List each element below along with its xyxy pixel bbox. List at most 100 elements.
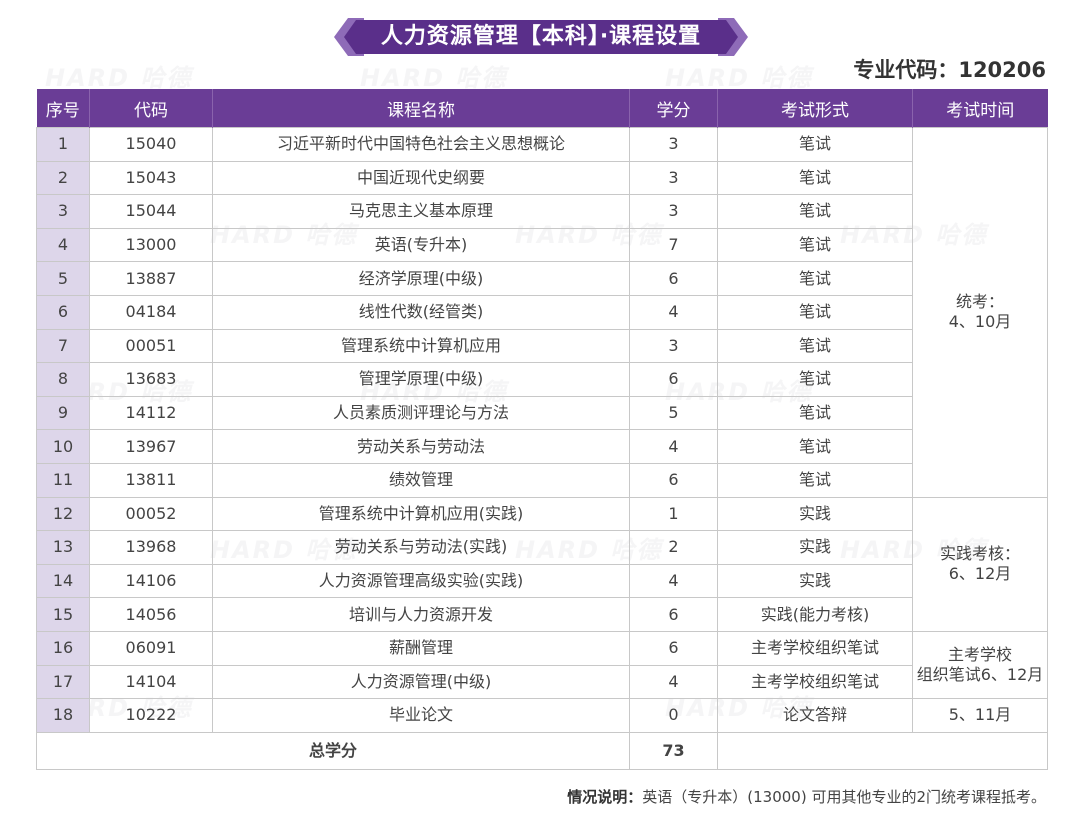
course-credit: 4 — [629, 563, 718, 599]
course-name: 线性代数(经管类) — [212, 294, 630, 330]
column-header-code: 代码 — [89, 89, 213, 128]
course-credit: 3 — [629, 127, 718, 162]
course-code: 14104 — [89, 664, 213, 700]
course-credit: 4 — [629, 664, 718, 700]
table-row: 11 13811 绩效管理 6 笔试 — [36, 462, 1048, 498]
row-index: 4 — [36, 227, 90, 263]
exam-form: 实践(能力考核) — [717, 597, 913, 632]
exam-form: 主考学校组织笔试 — [717, 664, 913, 700]
course-credit: 7 — [629, 227, 718, 263]
table-row: 7 00051 管理系统中计算机应用 3 笔试 — [36, 328, 1048, 364]
table-row: 1 15040 习近平新时代中国特色社会主义思想概论 3 笔试 统考： 4、10… — [36, 127, 1048, 498]
table-header-row: 序号 代码 课程名称 学分 考试形式 考试时间 — [36, 89, 1048, 128]
table-row: 14 14106 人力资源管理高级实验(实践) 4 实践 — [36, 563, 1048, 599]
course-credit: 6 — [629, 630, 718, 666]
course-name: 人员素质测评理论与方法 — [212, 395, 630, 431]
course-name: 劳动关系与劳动法(实践) — [212, 530, 630, 565]
total-row: 总学分 73 — [36, 731, 1048, 770]
exam-time-line: 实践考核： — [939, 544, 1020, 564]
major-code: 专业代码：120206 — [853, 54, 1046, 84]
course-credit: 2 — [629, 530, 718, 565]
row-index: 3 — [36, 194, 90, 229]
footnote: 情况说明：英语（专升本）(13000) 可用其他专业的2门统考课程抵考。 — [567, 786, 1046, 807]
course-code: 14106 — [89, 563, 213, 599]
table-row: 3 15044 马克思主义基本原理 3 笔试 — [36, 194, 1048, 229]
row-index: 17 — [36, 664, 90, 700]
table-row: 8 13683 管理学原理(中级) 6 笔试 — [36, 362, 1048, 397]
column-header-index: 序号 — [36, 89, 90, 128]
course-name: 人力资源管理高级实验(实践) — [212, 563, 630, 599]
course-code: 15040 — [89, 127, 213, 162]
table-row: 2 15043 中国近现代史纲要 3 笔试 — [36, 160, 1048, 196]
course-code: 00051 — [89, 328, 213, 364]
course-name: 经济学原理(中级) — [212, 261, 630, 296]
course-code: 06091 — [89, 630, 213, 666]
course-name: 薪酬管理 — [212, 630, 630, 666]
exam-form: 笔试 — [717, 328, 913, 364]
page-title: 人力资源管理【本科】·课程设置 — [380, 24, 702, 49]
exam-form: 笔试 — [717, 362, 913, 397]
course-code: 10222 — [89, 698, 213, 733]
total-blank — [717, 731, 1048, 770]
course-name: 管理系统中计算机应用 — [212, 328, 630, 364]
footnote-text: 英语（专升本）(13000) 可用其他专业的2门统考课程抵考。 — [642, 788, 1046, 806]
course-credit: 1 — [629, 496, 718, 532]
course-table: 序号 代码 课程名称 学分 考试形式 考试时间 1 15040 习近平新时代中国… — [36, 89, 1048, 770]
exam-form: 实践 — [717, 530, 913, 565]
exam-form: 笔试 — [717, 294, 913, 330]
row-index: 5 — [36, 261, 90, 296]
table-row: 5 13887 经济学原理(中级) 6 笔试 — [36, 261, 1048, 296]
major-code-value: 120206 — [958, 58, 1046, 82]
course-credit: 3 — [629, 194, 718, 229]
course-code: 14112 — [89, 395, 213, 431]
course-code: 13000 — [89, 227, 213, 263]
table-row: 15 14056 培训与人力资源开发 6 实践(能力考核) — [36, 597, 1048, 632]
row-index: 13 — [36, 530, 90, 565]
row-index: 9 — [36, 395, 90, 431]
major-code-label: 专业代码： — [853, 58, 959, 82]
course-code: 13968 — [89, 530, 213, 565]
course-code: 13683 — [89, 362, 213, 397]
course-name: 毕业论文 — [212, 698, 630, 733]
exam-form: 笔试 — [717, 462, 913, 498]
course-name: 劳动关系与劳动法 — [212, 429, 630, 464]
course-code: 00052 — [89, 496, 213, 532]
table-row: 16 06091 薪酬管理 6 主考学校组织笔试 主考学校 组织笔试6、12月 — [36, 630, 1048, 700]
course-credit: 6 — [629, 462, 718, 498]
course-name: 人力资源管理(中级) — [212, 664, 630, 700]
course-credit: 5 — [629, 395, 718, 431]
exam-time-line: 组织笔试6、12月 — [916, 665, 1044, 684]
row-index: 1 — [36, 127, 90, 162]
course-credit: 6 — [629, 597, 718, 632]
course-code: 13887 — [89, 261, 213, 296]
table-row: 6 04184 线性代数(经管类) 4 笔试 — [36, 294, 1048, 330]
course-name: 习近平新时代中国特色社会主义思想概论 — [212, 127, 630, 162]
watermark: HARD 哈德 — [45, 64, 193, 92]
table-row: 9 14112 人员素质测评理论与方法 5 笔试 — [36, 395, 1048, 431]
exam-form: 笔试 — [717, 429, 913, 464]
course-name: 中国近现代史纲要 — [212, 160, 630, 196]
course-name: 绩效管理 — [212, 462, 630, 498]
course-credit: 6 — [629, 362, 718, 397]
course-name: 管理系统中计算机应用(实践) — [212, 496, 630, 532]
exam-form: 实践 — [717, 496, 913, 532]
exam-form: 笔试 — [717, 127, 913, 162]
table-row: 13 13968 劳动关系与劳动法(实践) 2 实践 — [36, 530, 1048, 565]
watermark: HARD 哈德 — [360, 64, 508, 92]
table-row: 10 13967 劳动关系与劳动法 4 笔试 — [36, 429, 1048, 464]
footnote-label: 情况说明： — [567, 788, 643, 806]
column-header-exam-time: 考试时间 — [912, 89, 1048, 128]
course-code: 04184 — [89, 294, 213, 330]
row-index: 10 — [36, 429, 90, 464]
row-index: 15 — [36, 597, 90, 632]
course-name: 管理学原理(中级) — [212, 362, 630, 397]
course-code: 15043 — [89, 160, 213, 196]
table-row: 4 13000 英语(专升本) 7 笔试 — [36, 227, 1048, 263]
row-index: 18 — [36, 698, 90, 733]
total-credits: 73 — [629, 731, 718, 770]
course-name: 英语(专升本) — [212, 227, 630, 263]
title-banner: 人力资源管理【本科】·课程设置 — [334, 16, 748, 58]
row-index: 6 — [36, 294, 90, 330]
total-label: 总学分 — [36, 731, 630, 770]
table-row: 12 00052 管理系统中计算机应用(实践) 1 实践 实践考核： 6、12月 — [36, 496, 1048, 632]
